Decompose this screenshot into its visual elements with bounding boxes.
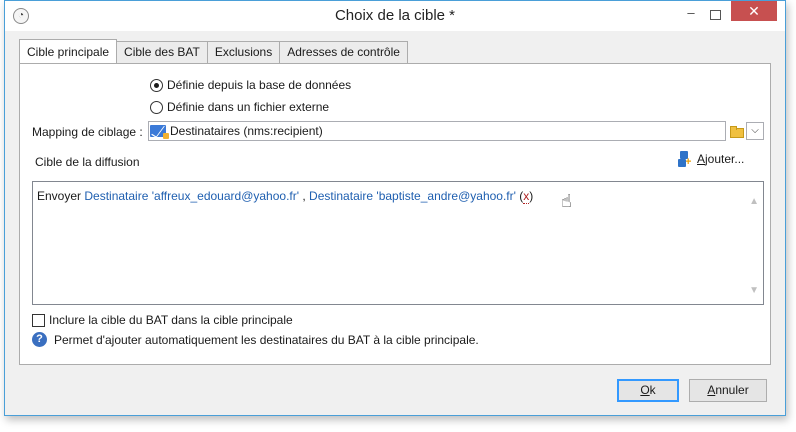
radio-database[interactable]: Définie depuis la base de données xyxy=(150,78,351,92)
cancel-button[interactable]: Annuler xyxy=(689,379,767,402)
mapping-field[interactable]: Destinataires (nms:recipient) xyxy=(148,121,726,141)
target-separator: , xyxy=(299,189,310,203)
tab-cible-principale[interactable]: Cible principale xyxy=(19,39,118,63)
add-icon: + xyxy=(678,151,692,168)
scroll-down-icon[interactable]: ▼ xyxy=(749,285,759,296)
add-button[interactable]: + Ajouter... xyxy=(678,151,745,168)
mapping-value: Destinataires (nms:recipient) xyxy=(170,124,323,138)
include-bat-label: Inclure la cible du BAT dans la cible pr… xyxy=(49,313,293,327)
chevron-down-icon[interactable]: ⌵ xyxy=(746,122,764,140)
radio-button-selected[interactable] xyxy=(150,78,163,92)
tab-bar: Cible principale Cible des BAT Exclusion… xyxy=(19,39,408,63)
hand-cursor-icon: ☝ xyxy=(561,191,572,211)
close-button[interactable]: ✕ xyxy=(731,1,777,21)
maximize-button[interactable] xyxy=(705,7,725,23)
folder-icon[interactable] xyxy=(728,122,744,140)
recipient-link[interactable]: Destinataire 'affreux_edouard@yahoo.fr' xyxy=(84,189,299,203)
ok-button[interactable]: Ok xyxy=(617,379,679,402)
remove-paren-close: ) xyxy=(529,189,534,203)
tab-panel: Définie depuis la base de données Défini… xyxy=(19,63,771,365)
scroll-up-icon[interactable]: ▲ xyxy=(749,196,759,207)
target-section-header: Cible de la diffusion + Ajouter... xyxy=(32,147,764,175)
tab-adresses-de-controle[interactable]: Adresses de contrôle xyxy=(279,41,408,63)
target-expression: Envoyer Destinataire 'affreux_edouard@ya… xyxy=(37,189,534,204)
mapping-label: Mapping de ciblage : xyxy=(32,125,143,139)
add-button-label: Ajouter... xyxy=(697,152,745,166)
include-bat-checkbox[interactable] xyxy=(32,313,45,327)
help-icon: ? xyxy=(32,332,47,347)
title-bar[interactable]: ◔ Choix de la cible * – ✕ xyxy=(5,1,785,31)
recipient-schema-icon xyxy=(150,125,169,139)
dialog-window: ◔ Choix de la cible * – ✕ Cible principa… xyxy=(4,0,786,416)
minimize-button[interactable]: – xyxy=(681,6,701,23)
radio-button[interactable] xyxy=(150,100,163,114)
radio-external-file[interactable]: Définie dans un fichier externe xyxy=(150,100,329,114)
tab-exclusions[interactable]: Exclusions xyxy=(206,41,281,63)
window-title: Choix de la cible * xyxy=(334,7,456,24)
radio-database-label: Définie depuis la base de données xyxy=(167,78,352,92)
target-expression-box[interactable]: Envoyer Destinataire 'affreux_edouard@ya… xyxy=(32,181,764,305)
help-note: ? Permet d'ajouter automatiquement les d… xyxy=(32,332,479,347)
radio-external-file-label: Définie dans un fichier externe xyxy=(167,100,330,114)
include-bat-option[interactable]: Inclure la cible du BAT dans la cible pr… xyxy=(32,313,293,327)
help-text: Permet d'ajouter automatiquement les des… xyxy=(54,332,479,347)
target-section-title: Cible de la diffusion xyxy=(35,155,140,169)
tab-cible-des-bat[interactable]: Cible des BAT xyxy=(116,41,208,63)
target-prefix: Envoyer xyxy=(37,189,85,203)
recipient-link[interactable]: Destinataire 'baptiste_andre@yahoo.fr' xyxy=(309,189,516,203)
